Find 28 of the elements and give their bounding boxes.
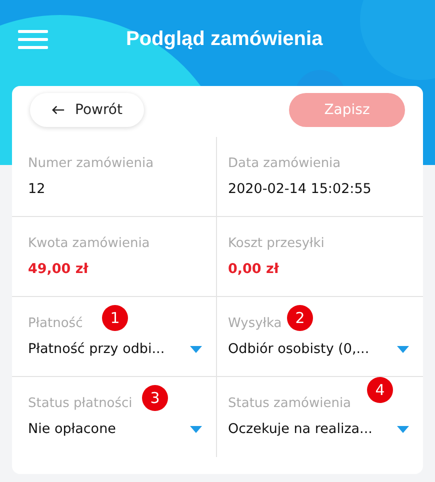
- number-badge: 4: [367, 377, 393, 403]
- page-title: Podgląd zamówienia: [126, 28, 323, 50]
- caret-icon: [190, 426, 202, 432]
- caret-icon: [397, 426, 409, 432]
- number-badge: 1: [102, 305, 128, 331]
- field-value: 2020-02-14 15:02:55: [228, 181, 372, 197]
- dropdown[interactable]: Płatność przy odbi...: [28, 341, 202, 357]
- amount-value: 49,00 zł: [28, 261, 90, 277]
- field-label: Kwota zamówienia: [28, 236, 150, 250]
- caret-icon: [190, 346, 202, 352]
- field-label: Koszt przesyłki: [228, 236, 324, 250]
- back-button[interactable]: Powrót: [30, 93, 144, 127]
- field-label: Data zamówienia: [228, 156, 341, 170]
- dropdown[interactable]: Odbiór osobisty (0,...: [228, 341, 409, 357]
- field-label: Status zamówienia: [228, 396, 352, 410]
- menu-icon[interactable]: [18, 30, 48, 49]
- field-label: Numer zamówienia: [28, 156, 154, 170]
- field-value: 12: [28, 181, 46, 197]
- number-badge: 3: [142, 385, 168, 411]
- field-label: Płatność: [28, 316, 83, 330]
- dropdown[interactable]: Oczekuje na realiza...: [228, 421, 409, 437]
- arrow-left-icon: [52, 105, 65, 115]
- number-badge: 2: [287, 305, 313, 331]
- dropdown[interactable]: Nie opłacone: [28, 421, 202, 437]
- field-label: Status płatności: [28, 396, 132, 410]
- field-label: Wysyłka: [228, 316, 282, 330]
- amount-value: 0,00 zł: [228, 261, 280, 277]
- caret-icon: [397, 346, 409, 352]
